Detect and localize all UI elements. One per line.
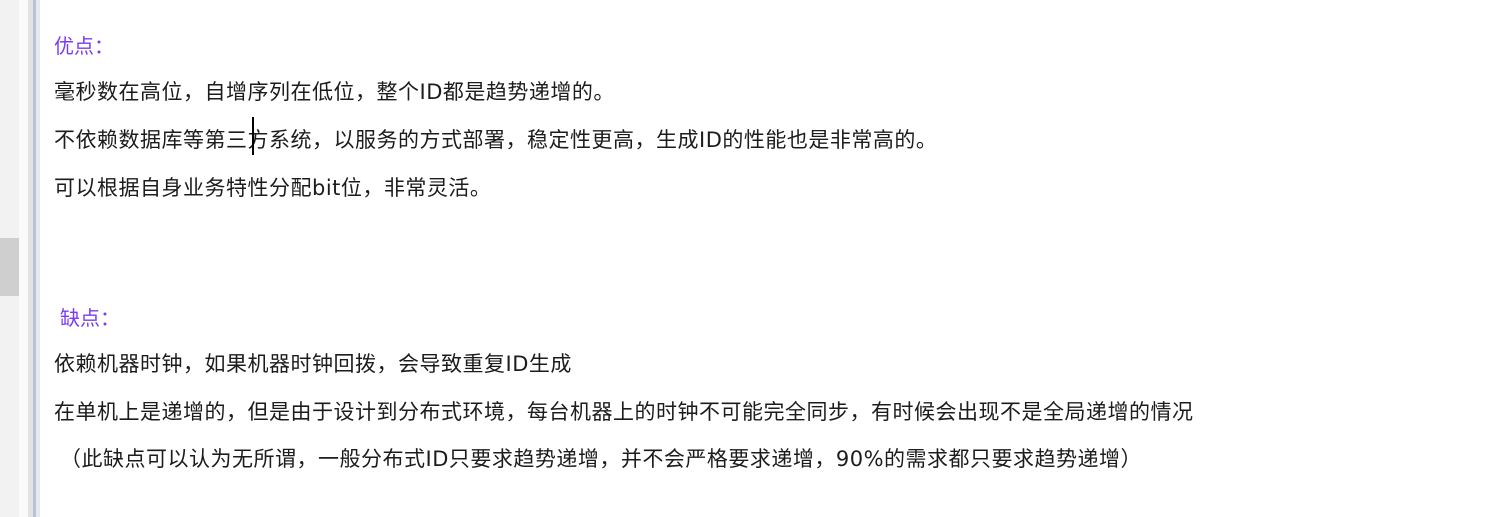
pros-line-3: 可以根据自身业务特性分配bit位，非常灵活。 (54, 176, 492, 200)
pros-line-1: 毫秒数在高位，自增序列在低位，整个ID都是趋势递增的。 (54, 80, 615, 104)
left-scrollbar-track[interactable] (0, 0, 19, 517)
cons-heading: 缺点： (60, 306, 120, 330)
editor-margin (19, 0, 28, 517)
pros-heading: 优点： (54, 34, 114, 58)
cons-line-2: 在单机上是递增的，但是由于设计到分布式环境，每台机器上的时钟不可能完全同步，有时… (54, 400, 1194, 424)
text-cursor (252, 117, 254, 155)
scrollbar-thumb[interactable] (0, 238, 19, 296)
pros-line-2: 不依赖数据库等第三方系统，以服务的方式部署，稳定性更高，生成ID的性能也是非常高… (54, 128, 938, 152)
cons-line-1: 依赖机器时钟，如果机器时钟回拨，会导致重复ID生成 (54, 352, 572, 376)
document-body[interactable]: 优点： 毫秒数在高位，自增序列在低位，整个ID都是趋势递增的。 不依赖数据库等第… (40, 0, 1480, 517)
cons-line-3: （此缺点可以认为无所谓，一般分布式ID只要求趋势递增，并不会严格要求递增，90%… (60, 447, 1143, 471)
